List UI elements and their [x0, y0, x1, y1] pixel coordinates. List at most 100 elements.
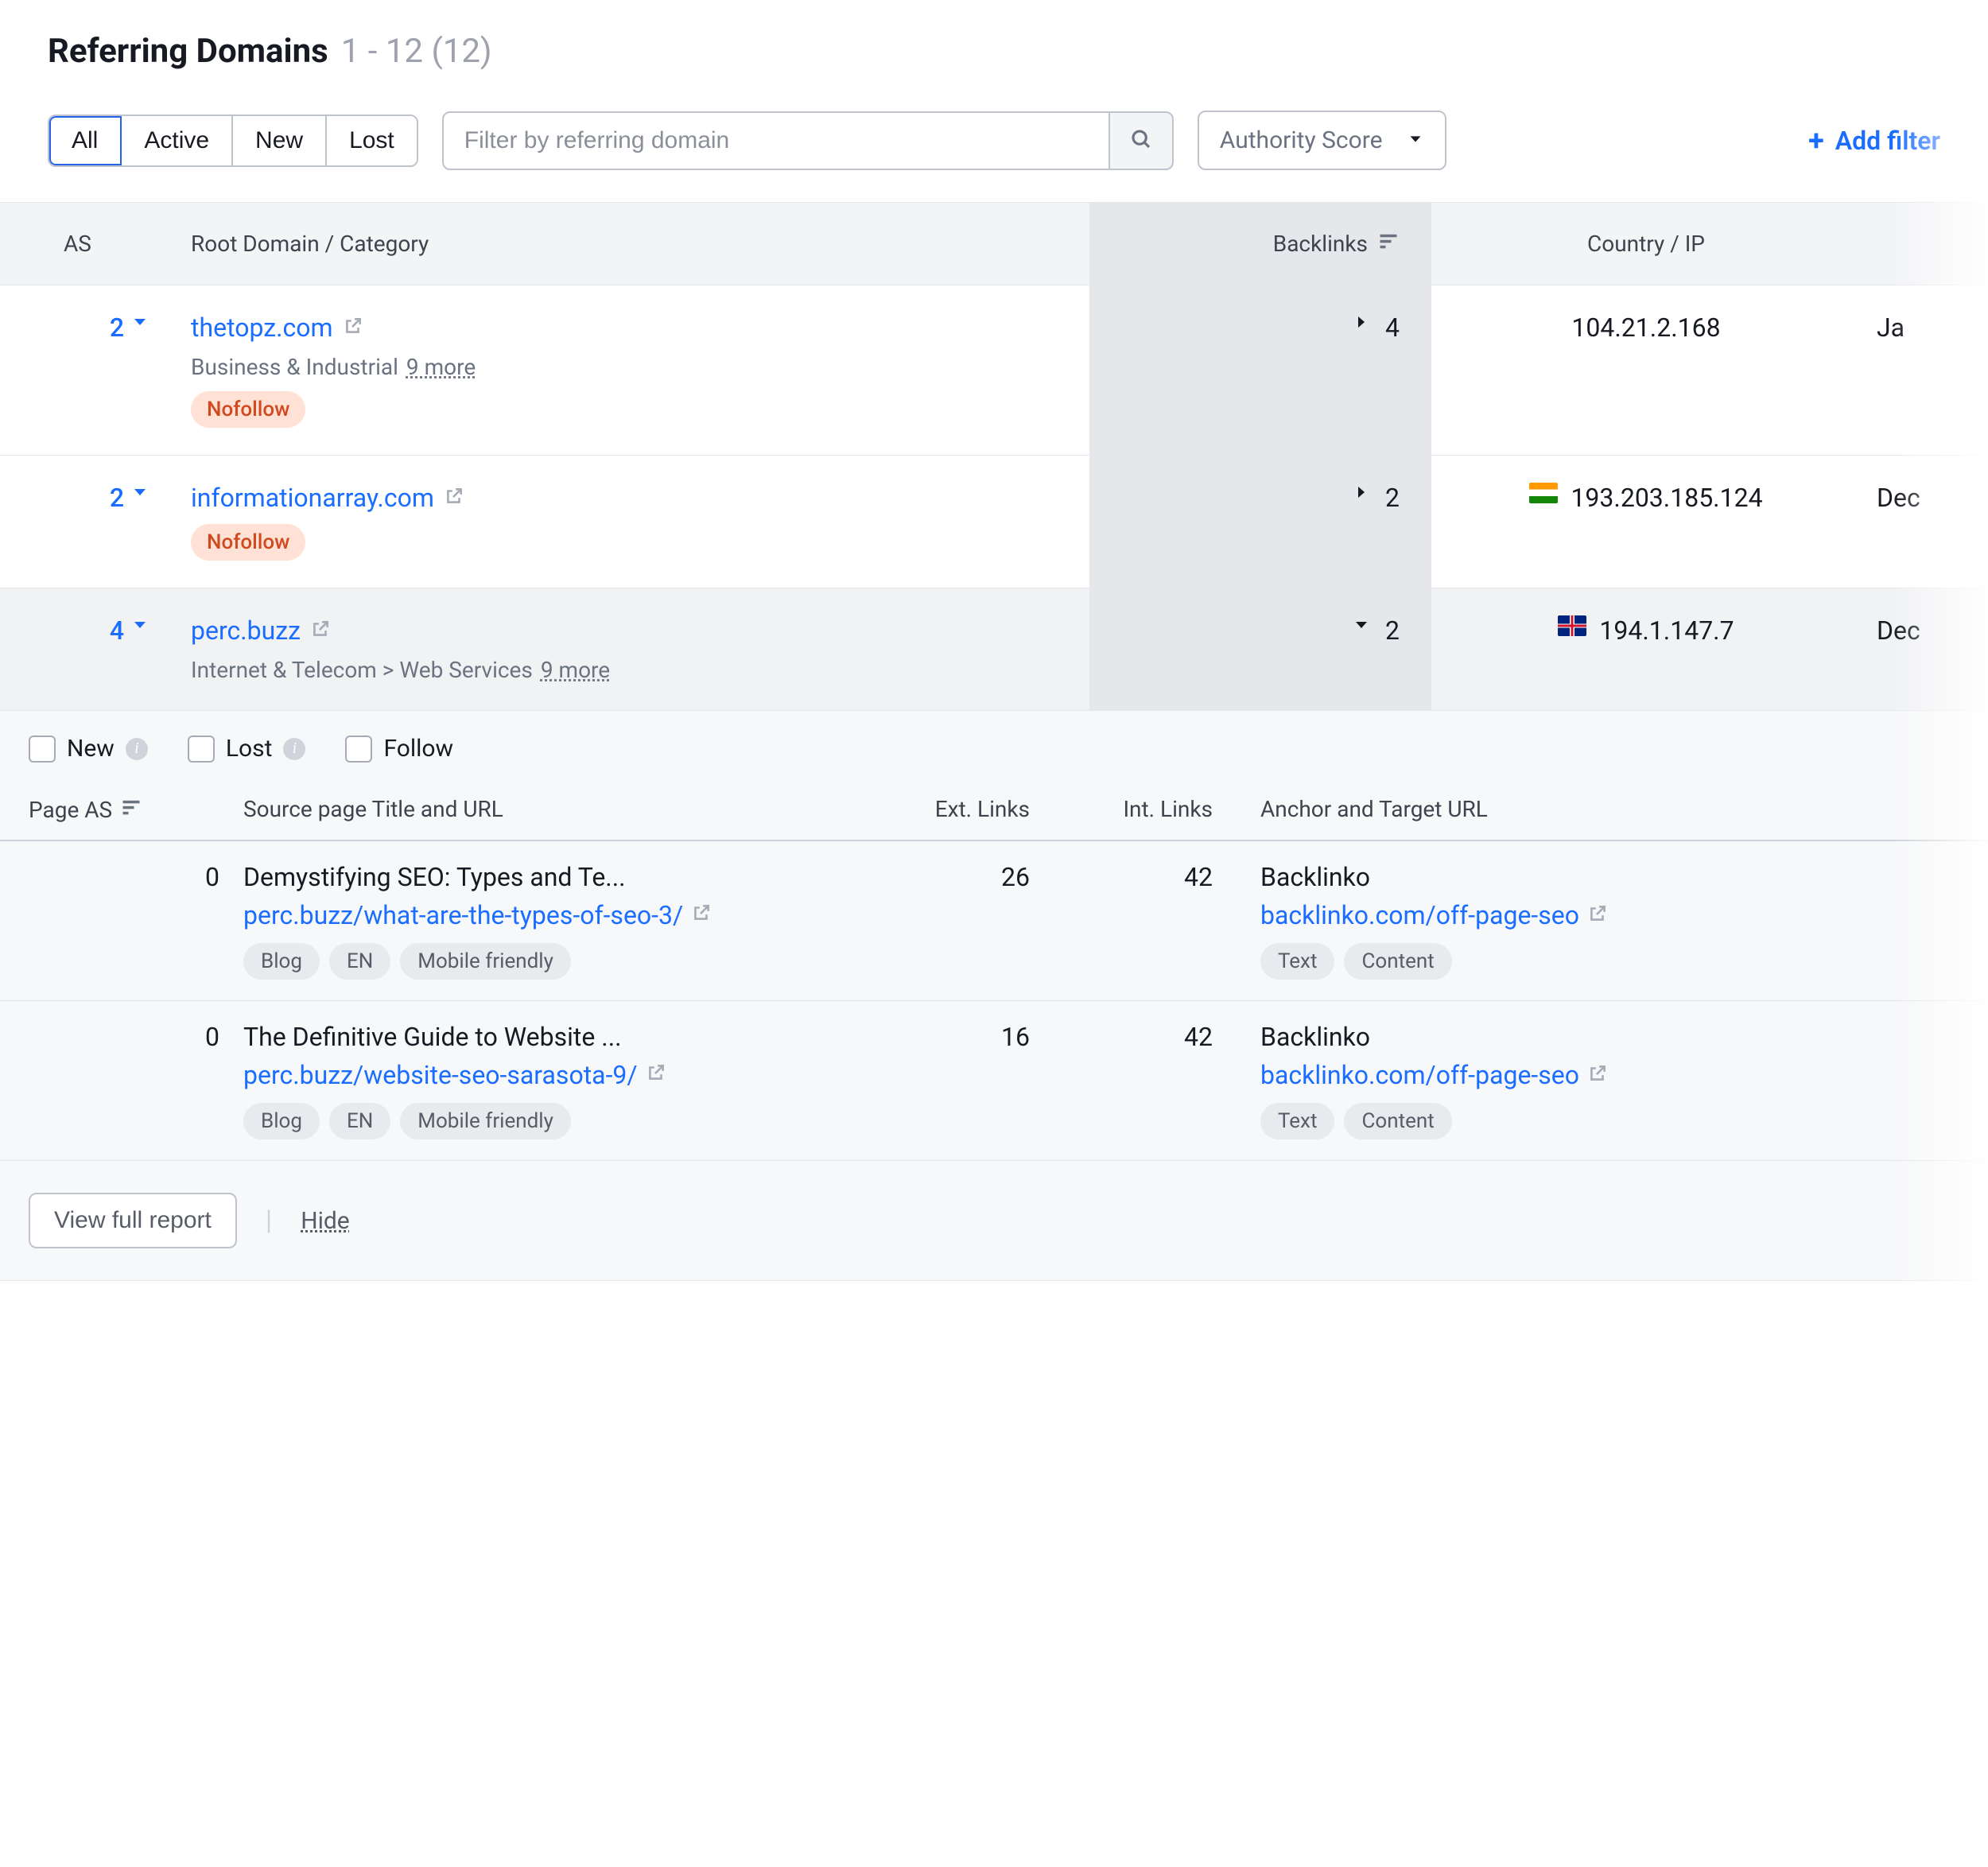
add-filter-button[interactable]: + Add filter [1808, 124, 1940, 157]
sort-desc-icon [1377, 230, 1400, 258]
col-country[interactable]: Country / IP [1431, 203, 1861, 285]
domain-category: Internet & Telecom > Web Services 9 more [191, 657, 610, 683]
tab-new[interactable]: New [233, 116, 327, 165]
col-backlinks[interactable]: Backlinks [1089, 203, 1431, 285]
checkbox-new[interactable] [29, 736, 56, 763]
source-url[interactable]: perc.buzz/website-seo-sarasota-9/ [243, 1060, 638, 1090]
ip-cell: 193.203.185.124 [1431, 456, 1861, 588]
table-header: AS Root Domain / Category Backlinks Coun… [0, 203, 1988, 285]
ip-text: 193.203.185.124 [1571, 483, 1762, 513]
backlink-row: 0 Demystifying SEO: Types and Te... perc… [0, 841, 1988, 1001]
chevron-right-icon [1352, 312, 1371, 332]
authority-score-value: 2 [110, 312, 124, 343]
category-more[interactable]: 9 more [541, 657, 610, 683]
domain-link[interactable]: perc.buzz [191, 615, 331, 646]
add-filter-label: Add filter [1835, 126, 1940, 156]
external-link-icon[interactable] [646, 1062, 666, 1088]
external-link-icon[interactable] [310, 615, 331, 646]
nofollow-badge: Nofollow [191, 391, 305, 428]
domain-row: 2 thetopz.com Business & Industrial 9 mo… [0, 285, 1988, 456]
authority-score-value: 2 [110, 483, 124, 513]
flag-uk-icon [1558, 615, 1586, 636]
int-links-value: 42 [1030, 1022, 1213, 1139]
external-link-icon[interactable] [1587, 900, 1608, 930]
chevron-down-icon [130, 312, 149, 332]
tab-active[interactable]: Active [122, 116, 233, 165]
source-title: The Definitive Guide to Website ... [243, 1022, 622, 1052]
ext-links-value: 16 [847, 1022, 1030, 1139]
backlinks-count: 4 [1385, 312, 1400, 343]
domain-row: 4 perc.buzz Internet & Telecom > Web Ser… [0, 588, 1988, 711]
col-root-domain[interactable]: Root Domain / Category [175, 203, 1089, 285]
category-more[interactable]: 9 more [406, 354, 476, 380]
search-button[interactable] [1110, 111, 1174, 170]
col-source[interactable]: Source page Title and URL [243, 796, 847, 824]
target-url[interactable]: backlinko.com/off-page-seo [1260, 1060, 1608, 1090]
source-tag: Blog [243, 943, 320, 980]
authority-score-cell[interactable]: 2 [0, 285, 175, 455]
flag-india-icon [1529, 483, 1558, 503]
external-link-icon[interactable] [444, 483, 464, 513]
target-url[interactable]: backlinko.com/off-page-seo [1260, 900, 1608, 930]
anchor-tag: Content [1344, 943, 1451, 980]
search-icon [1129, 127, 1153, 153]
plus-icon: + [1808, 124, 1824, 157]
authority-score-cell[interactable]: 2 [0, 456, 175, 588]
ip-cell: 194.1.147.7 [1431, 588, 1861, 710]
info-icon[interactable]: i [283, 738, 305, 760]
authority-score-dropdown[interactable]: Authority Score [1198, 111, 1446, 170]
col-anchor[interactable]: Anchor and Target URL [1213, 796, 1864, 824]
chevron-down-icon [130, 483, 149, 502]
backlinks-cell[interactable]: 4 [1089, 285, 1431, 455]
ip-cell: 104.21.2.168 [1431, 285, 1861, 455]
domain-category: Business & Industrial 9 more [191, 354, 476, 380]
source-tag: EN [329, 943, 390, 980]
external-link-icon[interactable] [691, 902, 712, 928]
col-ext-links[interactable]: Ext. Links [847, 796, 1030, 824]
hide-button[interactable]: Hide [301, 1207, 350, 1235]
checkbox-lost-label: Lost [226, 735, 273, 763]
chevron-down-icon [1352, 615, 1371, 635]
col-page-as[interactable]: Page AS [29, 796, 243, 824]
divider: | [266, 1205, 272, 1236]
domain-link[interactable]: informationarray.com [191, 483, 464, 513]
chevron-down-icon [130, 615, 149, 635]
authority-score-cell[interactable]: 4 [0, 588, 175, 710]
source-url[interactable]: perc.buzz/what-are-the-types-of-seo-3/ [243, 900, 683, 930]
ext-links-value: 26 [847, 862, 1030, 980]
external-link-icon[interactable] [343, 312, 363, 343]
backlinks-cell[interactable]: 2 [1089, 456, 1431, 588]
view-full-report-button[interactable]: View full report [29, 1193, 237, 1248]
checkbox-follow-label: Follow [383, 735, 453, 763]
domain-text: informationarray.com [191, 483, 434, 513]
checkbox-follow[interactable] [345, 736, 372, 763]
anchor-text: Backlinko [1260, 1022, 1370, 1052]
chevron-right-icon [1352, 483, 1371, 502]
backlinks-count: 2 [1385, 483, 1400, 513]
domain-row: 2 informationarray.com Nofollow 2 193.20… [0, 456, 1988, 588]
page-as-value: 0 [29, 1022, 243, 1139]
filter-domain-input[interactable] [442, 111, 1110, 170]
tab-lost[interactable]: Lost [327, 116, 417, 165]
source-tag: Mobile friendly [400, 943, 571, 980]
status-filter-tabs: All Active New Lost [48, 115, 418, 167]
col-int-links[interactable]: Int. Links [1030, 796, 1213, 824]
chevron-down-icon [1407, 126, 1424, 154]
backlink-row: 0 The Definitive Guide to Website ... pe… [0, 1001, 1988, 1161]
domain-link[interactable]: thetopz.com [191, 312, 363, 343]
date-cell: Dec [1861, 588, 1988, 710]
backlinks-cell[interactable]: 2 [1089, 588, 1431, 710]
anchor-tag: Content [1344, 1103, 1451, 1139]
tab-all[interactable]: All [49, 116, 122, 165]
col-as[interactable]: AS [0, 203, 175, 285]
date-cell: Ja [1861, 285, 1988, 455]
authority-score-label: Authority Score [1220, 126, 1383, 154]
source-tag: EN [329, 1103, 390, 1139]
info-icon[interactable]: i [126, 738, 148, 760]
authority-score-value: 4 [110, 615, 124, 646]
result-range: 1 - 12 (12) [341, 32, 492, 71]
external-link-icon[interactable] [1587, 1060, 1608, 1090]
checkbox-lost[interactable] [188, 736, 215, 763]
backlinks-subpanel: New i Lost i Follow Page AS Source page … [0, 711, 1988, 1281]
anchor-tag: Text [1260, 1103, 1334, 1139]
